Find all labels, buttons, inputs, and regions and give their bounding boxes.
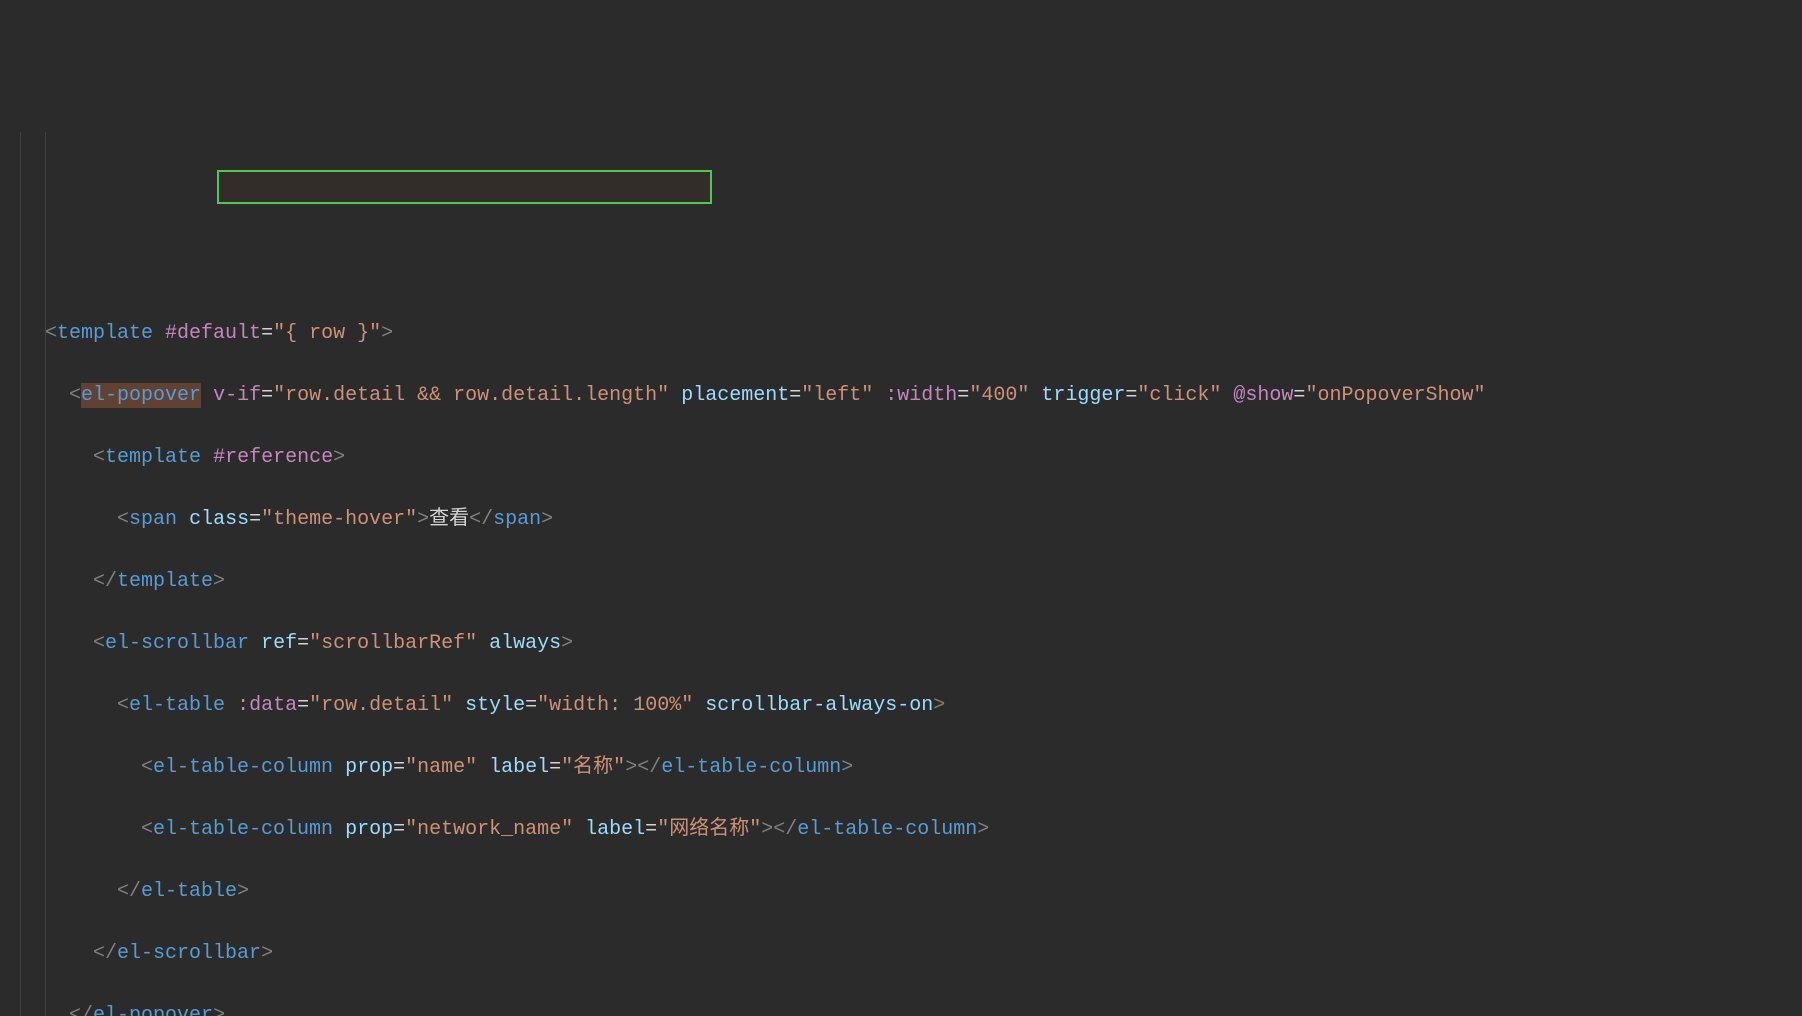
code-editor[interactable]: <template #default="{ row }"> <el-popove…	[0, 132, 1802, 1016]
highlight-rectangle	[217, 170, 712, 204]
code-line[interactable]: <template #default="{ row }">	[0, 318, 1802, 349]
code-line[interactable]: <span class="theme-hover">查看</span>	[0, 504, 1802, 535]
code-line[interactable]: <el-table-column prop="name" label="名称">…	[0, 752, 1802, 783]
code-line[interactable]: <el-table-column prop="network_name" lab…	[0, 814, 1802, 845]
code-line[interactable]: <el-table :data="row.detail" style="widt…	[0, 690, 1802, 721]
code-line[interactable]: <template #reference>	[0, 442, 1802, 473]
code-line[interactable]: </el-popover>	[0, 1000, 1802, 1016]
code-line[interactable]: </el-table>	[0, 876, 1802, 907]
code-line[interactable]: <el-popover v-if="row.detail && row.deta…	[0, 380, 1802, 411]
code-line[interactable]: </el-scrollbar>	[0, 938, 1802, 969]
code-line[interactable]: </template>	[0, 566, 1802, 597]
code-line[interactable]: <el-scrollbar ref="scrollbarRef" always>	[0, 628, 1802, 659]
